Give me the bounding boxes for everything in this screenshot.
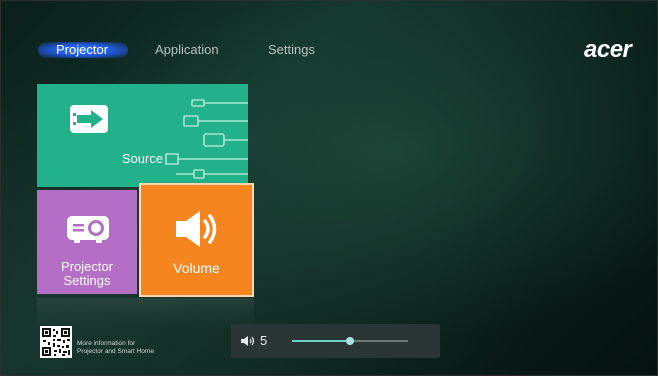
volume-small-icon [241, 336, 255, 346]
volume-slider-fill [292, 340, 350, 342]
info-line-2: Projector and Smart Home [77, 348, 154, 355]
volume-slider-thumb[interactable] [346, 337, 354, 345]
tab-projector[interactable]: Projector [56, 40, 108, 60]
projector-settings-label-line1: Projector [60, 259, 114, 274]
tile-reflection [37, 298, 254, 328]
source-label: Source [121, 151, 164, 166]
acer-logo: acer [584, 36, 642, 64]
tab-settings[interactable]: Settings [268, 40, 315, 60]
projector-settings-label-line2: Settings [63, 273, 111, 288]
volume-tile[interactable]: Volume [139, 183, 254, 297]
speaker-icon [176, 211, 217, 247]
source-tile[interactable]: Source [37, 84, 248, 187]
projector-icon [67, 216, 109, 243]
launcher-screen: Projector Application Settings acer Sour… [0, 0, 658, 376]
volume-label: Volume [173, 260, 220, 276]
projector-settings-tile[interactable]: Projector Settings [37, 190, 137, 294]
logo-text: acer [584, 36, 632, 63]
volume-value: 5 [260, 333, 268, 348]
tab-application[interactable]: Application [155, 40, 219, 60]
qr-code-icon [40, 326, 72, 358]
info-line-1: More information for [77, 340, 136, 347]
volume-slider[interactable] [292, 337, 408, 345]
cables-icon [165, 99, 248, 179]
input-switch-icon [70, 105, 108, 133]
info-text: More information for Projector and Smart… [77, 340, 154, 356]
volume-osd: 5 [231, 324, 440, 358]
